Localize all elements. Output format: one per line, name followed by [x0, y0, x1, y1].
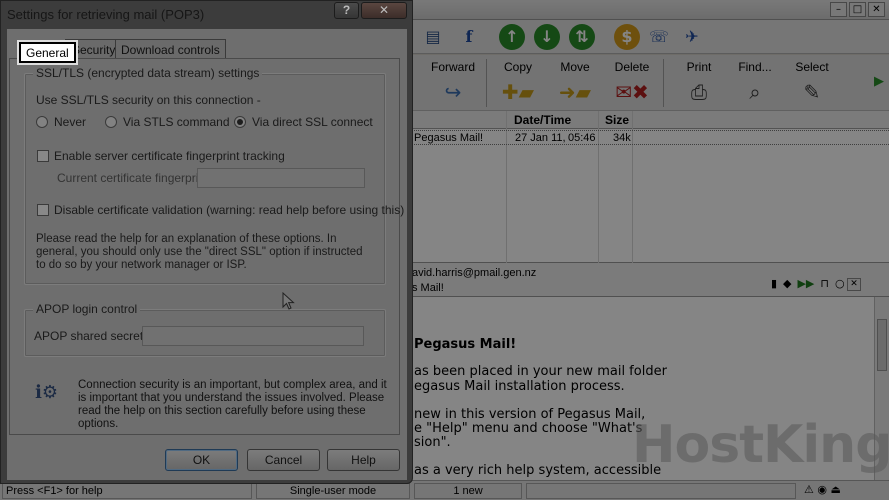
- fingerprint-checkbox-label[interactable]: Enable server certificate fingerprint tr…: [54, 149, 285, 163]
- ok-button[interactable]: OK: [165, 449, 238, 471]
- dialog-titlebar[interactable]: Settings for retrieving mail (POP3) ? ✕: [1, 1, 412, 27]
- tab-download-controls[interactable]: Download controls: [115, 39, 226, 59]
- security-notice: Connection security is an important, but…: [78, 379, 387, 430]
- apop-secret-field[interactable]: [142, 326, 364, 346]
- disable-validation-checkbox[interactable]: [37, 204, 49, 216]
- fingerprint-label: Current certificate fingerprint:: [57, 171, 212, 185]
- ssl-prompt: Use SSL/TLS security on this connection …: [36, 93, 261, 107]
- radio-stls-label[interactable]: Via STLS command: [123, 115, 230, 129]
- radio-never[interactable]: [36, 116, 48, 128]
- apop-secret-label: APOP shared secret:: [34, 329, 147, 343]
- disable-validation-label[interactable]: Disable certificate validation (warning:…: [54, 203, 404, 217]
- tab-general[interactable]: General: [19, 42, 76, 63]
- apop-group-label: APOP login control: [33, 302, 141, 316]
- dialog-body: General Security Download controls SSL/T…: [7, 29, 407, 480]
- cancel-button[interactable]: Cancel: [247, 449, 320, 471]
- dialog-title: Settings for retrieving mail (POP3): [7, 7, 205, 22]
- close-dialog-button[interactable]: ✕: [361, 2, 407, 19]
- radio-stls[interactable]: [105, 116, 117, 128]
- fingerprint-checkbox[interactable]: [37, 150, 49, 162]
- ssl-help-text: Please read the help for an explanation …: [36, 233, 363, 271]
- radio-direct-ssl[interactable]: [234, 116, 246, 128]
- fingerprint-field[interactable]: [197, 168, 365, 188]
- ssl-group-label: SSL/TLS (encrypted data stream) settings: [33, 66, 263, 80]
- radio-direct-ssl-label[interactable]: Via direct SSL connect: [252, 115, 373, 129]
- pop3-settings-dialog: Settings for retrieving mail (POP3) ? ✕ …: [0, 0, 413, 484]
- info-tools-icon: ℹ⚙: [35, 382, 58, 403]
- mouse-cursor-icon: [282, 292, 295, 310]
- help-button[interactable]: Help: [327, 449, 400, 471]
- radio-never-label[interactable]: Never: [54, 115, 86, 129]
- help-title-button[interactable]: ?: [334, 2, 359, 19]
